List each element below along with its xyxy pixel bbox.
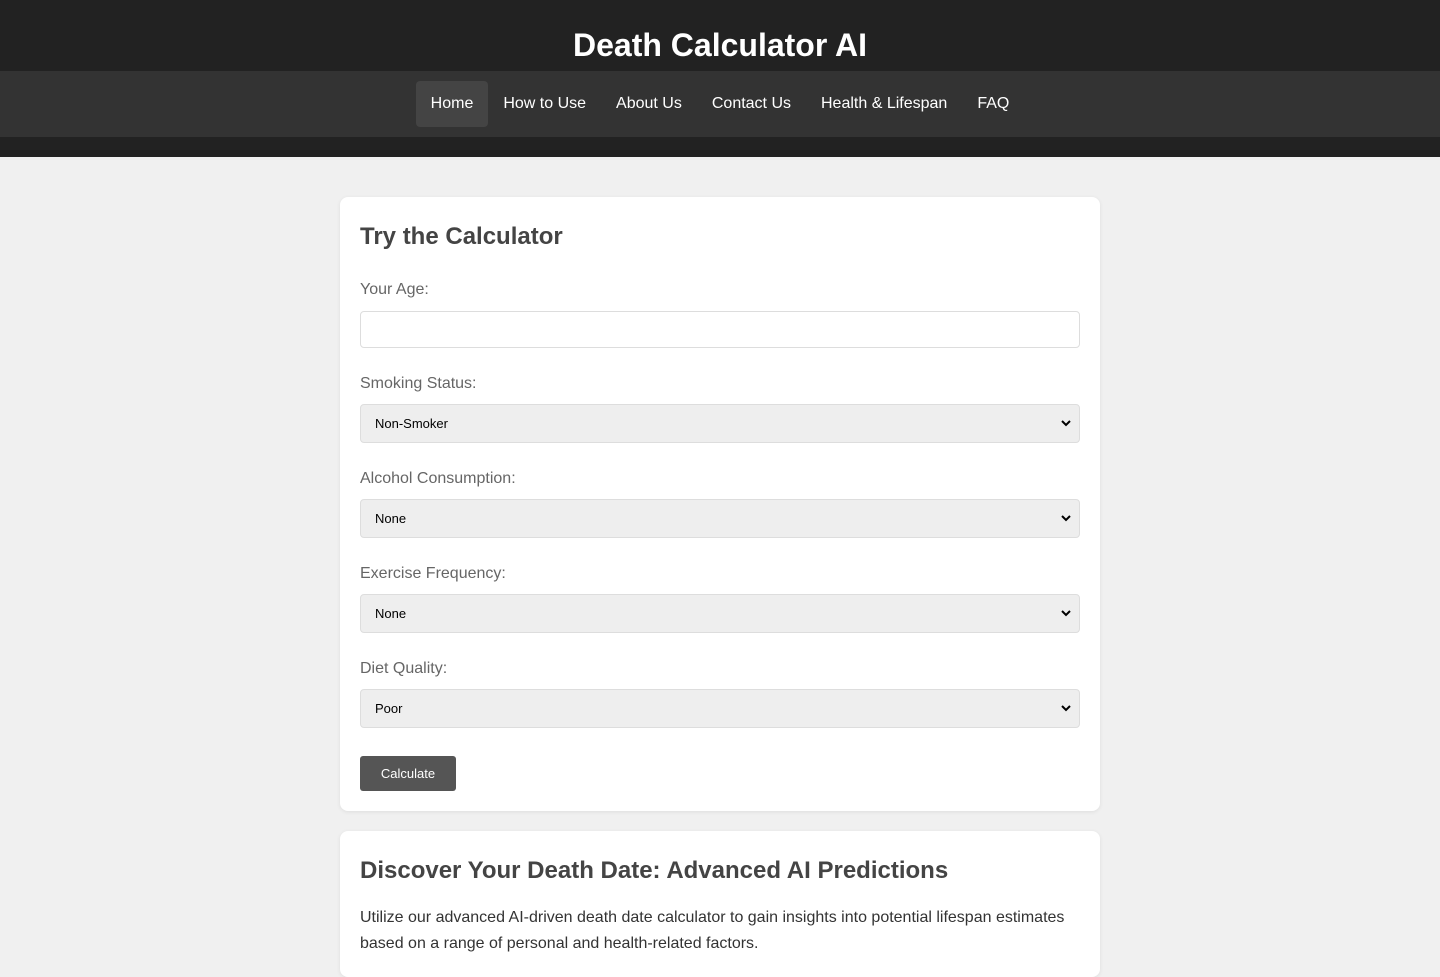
nav-home[interactable]: Home [415, 81, 489, 127]
calculator-title: Try the Calculator [360, 223, 563, 250]
alcohol-select[interactable]: None [360, 499, 1080, 538]
diet-value: Poor [375, 701, 403, 716]
age-input[interactable] [360, 311, 1080, 348]
chevron-down-icon [1061, 705, 1071, 712]
calculator-card: Try the Calculator Your Age: Smoking Sta… [340, 197, 1100, 811]
info-title: Discover Your Death Date: Advanced AI Pr… [360, 857, 949, 884]
info-text: Utilize our advanced AI-driven death dat… [360, 909, 1065, 952]
exercise-select[interactable]: None [360, 594, 1080, 633]
age-label: Your Age: [360, 281, 429, 298]
nav-contact-us[interactable]: Contact Us [697, 81, 806, 127]
nav-health-lifespan[interactable]: Health & Lifespan [806, 81, 962, 127]
chevron-down-icon [1061, 515, 1071, 522]
diet-label: Diet Quality: [360, 660, 448, 677]
smoking-value: Non-Smoker [375, 416, 448, 431]
exercise-label: Exercise Frequency: [360, 565, 506, 582]
nav-faq[interactable]: FAQ [962, 81, 1024, 127]
info-card: Discover Your Death Date: Advanced AI Pr… [340, 831, 1100, 977]
alcohol-value: None [375, 511, 407, 526]
smoking-label: Smoking Status: [360, 375, 477, 392]
alcohol-label: Alcohol Consumption: [360, 470, 516, 487]
nav-how-to-use[interactable]: How to Use [488, 81, 601, 127]
chevron-down-icon [1061, 420, 1071, 427]
calculate-button[interactable]: Calculate [360, 756, 456, 791]
site-title: Death Calculator AI [573, 27, 867, 63]
main-nav: Home How to Use About Us Contact Us Heal… [0, 71, 1440, 137]
site-header: Death Calculator AI Home How to Use Abou… [0, 0, 1440, 157]
diet-select[interactable]: Poor [360, 689, 1080, 728]
chevron-down-icon [1061, 610, 1071, 617]
exercise-value: None [375, 606, 407, 621]
smoking-select[interactable]: Non-Smoker [360, 404, 1080, 443]
nav-about-us[interactable]: About Us [601, 81, 697, 127]
